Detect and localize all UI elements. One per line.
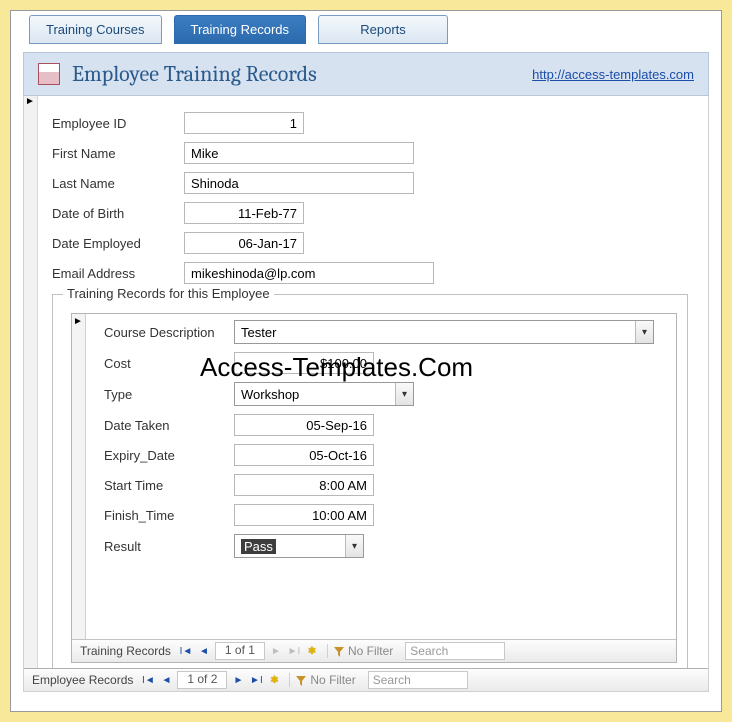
start-time-field[interactable] — [234, 474, 374, 496]
nav-new-record-button[interactable]: ✱ — [265, 671, 283, 689]
nav-last-button[interactable]: ►I — [247, 671, 265, 689]
record-selector[interactable] — [24, 96, 38, 691]
label-type: Type — [104, 387, 234, 402]
form-header: Employee Training Records http://access-… — [23, 52, 709, 96]
cost-field[interactable] — [234, 352, 374, 374]
sub-record-selector[interactable] — [72, 314, 86, 639]
training-subform: Course Description Tester ▾ Cost Type — [71, 313, 677, 663]
label-finish-time: Finish_Time — [104, 508, 234, 523]
course-select[interactable]: Tester ▾ — [234, 320, 654, 344]
type-value: Workshop — [235, 387, 395, 402]
label-dob: Date of Birth — [52, 206, 184, 221]
no-filter-text: No Filter — [310, 673, 355, 687]
tab-training-records[interactable]: Training Records — [174, 15, 307, 44]
label-date-employed: Date Employed — [52, 236, 184, 251]
last-name-field[interactable] — [184, 172, 414, 194]
sub-record-navbar: Training Records I◄ ◄ 1 of 1 ► ►I ✱ No F… — [72, 639, 676, 662]
sub-nav-position[interactable]: 1 of 1 — [215, 642, 265, 660]
date-employed-field[interactable] — [184, 232, 304, 254]
sub-search-box[interactable]: Search — [405, 642, 505, 660]
page-title: Employee Training Records — [72, 61, 532, 87]
tab-row: Training Courses Training Records Report… — [11, 11, 721, 44]
label-first-name: First Name — [52, 146, 184, 161]
nav-new-record-button[interactable]: ✱ — [303, 642, 321, 660]
sub-nav-label: Training Records — [72, 644, 177, 658]
label-start-time: Start Time — [104, 478, 234, 493]
nav-first-button[interactable]: I◄ — [139, 671, 157, 689]
main-filter-box[interactable]: No Filter — [289, 673, 361, 687]
label-course: Course Description — [104, 325, 234, 340]
finish-time-field[interactable] — [234, 504, 374, 526]
nav-next-button[interactable]: ► — [267, 642, 285, 660]
nav-prev-button[interactable]: ◄ — [195, 642, 213, 660]
label-email: Email Address — [52, 266, 184, 281]
tab-training-courses[interactable]: Training Courses — [29, 15, 162, 44]
label-last-name: Last Name — [52, 176, 184, 191]
filter-icon — [334, 646, 344, 656]
employee-id-field[interactable] — [184, 112, 304, 134]
label-employee-id: Employee ID — [52, 116, 184, 131]
form-body: Employee ID First Name Last Name Date of… — [23, 96, 709, 692]
nav-next-button[interactable]: ► — [229, 671, 247, 689]
chevron-down-icon: ▾ — [345, 535, 363, 557]
main-record-navbar: Employee Records I◄ ◄ 1 of 2 ► ►I ✱ No F… — [24, 668, 708, 691]
training-subform-frame: Training Records for this Employee Cours… — [52, 294, 688, 674]
expiry-date-field[interactable] — [234, 444, 374, 466]
email-field[interactable] — [184, 262, 434, 284]
nav-last-button[interactable]: ►I — [285, 642, 303, 660]
label-expiry: Expiry_Date — [104, 448, 234, 463]
main-nav-position[interactable]: 1 of 2 — [177, 671, 227, 689]
sub-filter-box[interactable]: No Filter — [327, 644, 399, 658]
nav-first-button[interactable]: I◄ — [177, 642, 195, 660]
tab-reports[interactable]: Reports — [318, 15, 448, 44]
main-search-box[interactable]: Search — [368, 671, 468, 689]
nav-prev-button[interactable]: ◄ — [157, 671, 175, 689]
label-date-taken: Date Taken — [104, 418, 234, 433]
header-link[interactable]: http://access-templates.com — [532, 67, 694, 82]
label-cost: Cost — [104, 356, 234, 371]
form-icon — [38, 63, 60, 85]
type-select[interactable]: Workshop ▾ — [234, 382, 414, 406]
filter-icon — [296, 675, 306, 685]
first-name-field[interactable] — [184, 142, 414, 164]
date-taken-field[interactable] — [234, 414, 374, 436]
no-filter-text: No Filter — [348, 644, 393, 658]
label-result: Result — [104, 539, 234, 554]
chevron-down-icon: ▾ — [395, 383, 413, 405]
course-value: Tester — [235, 325, 635, 340]
result-value: Pass — [235, 539, 345, 554]
chevron-down-icon: ▾ — [635, 321, 653, 343]
main-nav-label: Employee Records — [24, 673, 139, 687]
subform-legend: Training Records for this Employee — [63, 286, 274, 301]
dob-field[interactable] — [184, 202, 304, 224]
result-select[interactable]: Pass ▾ — [234, 534, 364, 558]
